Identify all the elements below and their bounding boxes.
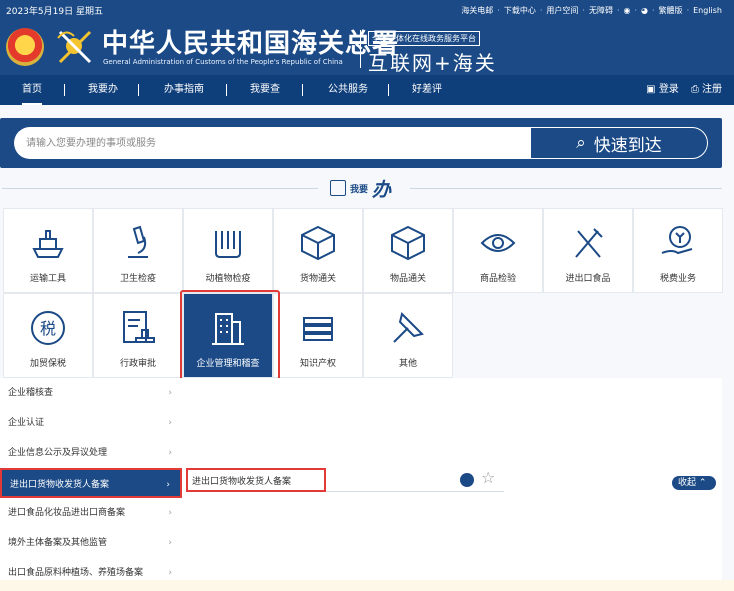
top-link-email[interactable]: 海关电邮: [461, 5, 493, 16]
category-cargo-clearance[interactable]: 货物通关: [273, 208, 363, 293]
nav-query[interactable]: 我要查: [250, 75, 280, 105]
header-divider: [360, 30, 361, 68]
register-icon: ⎙: [690, 84, 702, 95]
nav-account: ▣ 登录 ⎙ 注册: [646, 75, 722, 105]
list-icon: [330, 180, 346, 196]
category-health-quarantine[interactable]: 卫生检疫: [93, 208, 183, 293]
pin-icon: [393, 312, 424, 343]
nav-guide[interactable]: 办事指南: [164, 75, 204, 105]
selected-category-highlight: [180, 290, 280, 385]
box-icon: [391, 225, 425, 261]
main-nav: 首页 我要办 办事指南 我要查 公共服务 好差评 ▣ 登录 ⎙ 注册: [0, 75, 734, 105]
top-link-english[interactable]: English: [693, 6, 722, 15]
subcategory-food-cosmetics-filing[interactable]: 进口食品化妆品进出口商备案 ›: [0, 498, 182, 528]
nav-todo[interactable]: 我要办: [88, 75, 118, 105]
platform-title: 互联网+海关: [368, 51, 497, 75]
eye-icon: [480, 234, 516, 252]
quick-access-button[interactable]: ⌕ 快速到达: [530, 127, 708, 159]
top-link-download[interactable]: 下载中心: [504, 5, 536, 16]
login-icon: ▣: [646, 84, 659, 95]
category-other[interactable]: 其他: [363, 293, 453, 378]
collapse-button[interactable]: 收起 ⌃: [672, 476, 716, 490]
top-link-traditional[interactable]: 繁體版: [659, 5, 683, 16]
document-stamp-icon: [123, 311, 155, 343]
subcategory-info-disclosure[interactable]: 企业信息公示及异议处理 ›: [0, 438, 182, 468]
nav-separator: [226, 84, 227, 96]
nav-separator: [138, 84, 139, 96]
category-plant-animal-quarantine[interactable]: 动植物检疫: [183, 208, 273, 293]
chevron-right-icon: ›: [168, 418, 172, 428]
test-tubes-icon: [215, 231, 241, 258]
category-import-export-food[interactable]: 进出口食品: [543, 208, 633, 293]
nav-separator: [302, 84, 303, 96]
package-icon: [301, 225, 335, 261]
nav-separator: [388, 84, 389, 96]
chevron-up-icon: ⌃: [698, 478, 707, 488]
chevron-right-icon: ›: [168, 538, 172, 548]
search-bar: ⌕ 快速到达: [0, 118, 722, 168]
subcategory-overseas-filing[interactable]: 境外主体备案及其他监管 ›: [0, 528, 182, 558]
chevron-right-icon: ›: [166, 480, 170, 490]
nav-public-service[interactable]: 公共服务: [328, 75, 368, 105]
nav-review[interactable]: 好差评: [412, 75, 442, 105]
category-tax[interactable]: 税费业务: [633, 208, 723, 293]
site-header: 2023年5月19日 星期五 海关电邮 · 下载中心 · 用户空间 · 无障碍 · ◉ ·…: [0, 0, 734, 75]
nav-separator: [64, 84, 65, 96]
subcategory-certification[interactable]: 企业认证 ›: [0, 408, 182, 438]
chevron-right-icon: ›: [168, 448, 172, 458]
ship-icon: [32, 230, 64, 258]
category-intellectual-property[interactable]: 知识产权: [273, 293, 363, 378]
category-inspection[interactable]: 商品检验: [453, 208, 543, 293]
weibo-icon[interactable]: ◉: [624, 6, 631, 15]
wechat-icon[interactable]: ◕: [641, 6, 648, 15]
subcategory-list: 企业稽核查 › 企业认证 › 企业信息公示及异议处理 › 进出口货物收发货人备案 › 进…: [0, 378, 182, 591]
service-item-consignor-filing[interactable]: 进出口货物收发货人备案: [186, 468, 326, 492]
customs-emblem-icon: [57, 30, 92, 64]
star-icon[interactable]: ☆: [481, 469, 495, 487]
yuan-hand-icon: [661, 226, 693, 255]
svg-text:税: 税: [40, 319, 56, 338]
search-icon: ⌕: [576, 133, 586, 153]
national-emblem-icon: [6, 28, 44, 66]
category-transport[interactable]: 运输工具: [3, 208, 93, 293]
date-text: 2023年5月19日 星期五: [6, 7, 103, 17]
top-links: 海关电邮 · 下载中心 · 用户空间 · 无障碍 · ◉ · ◕ · 繁體版 · Englis…: [461, 5, 722, 16]
books-icon: [303, 317, 333, 341]
chevron-right-icon: ›: [168, 508, 172, 518]
fork-knife-icon: [575, 228, 603, 258]
category-goods-clearance[interactable]: 物品通关: [363, 208, 453, 293]
chevron-right-icon: ›: [168, 388, 172, 398]
register-link[interactable]: ⎙ 注册: [691, 75, 722, 105]
tax-circle-icon: 税: [31, 311, 65, 345]
subcategory-consignor-filing[interactable]: 进出口货物收发货人备案 ›: [0, 468, 182, 498]
section-line-left: [2, 188, 318, 189]
category-bonded-trade[interactable]: 税 加贸保税: [3, 293, 93, 378]
top-link-user-space[interactable]: 用户空间: [546, 5, 578, 16]
microscope-icon: [128, 225, 148, 258]
top-link-accessibility[interactable]: 无障碍: [589, 5, 613, 16]
nav-home[interactable]: 首页: [22, 75, 42, 105]
category-grid: 运输工具 卫生检疫 动植物检疫 货物通关 物品通关 商品检验 进出口食品 税费业…: [0, 208, 723, 378]
section-line-right: [410, 188, 722, 189]
login-link[interactable]: ▣ 登录: [646, 75, 679, 105]
subcategory-audit[interactable]: 企业稽核查 ›: [0, 378, 182, 408]
bottom-bar: [0, 580, 734, 591]
search-input[interactable]: [14, 127, 530, 159]
site-title-en: General Administration of Customs of the…: [103, 58, 343, 66]
platform-subtitle: 全国一体化在线政务服务平台: [368, 31, 480, 46]
site-title: 中华人民共和国海关总署: [102, 29, 400, 59]
category-administrative-approval[interactable]: 行政审批: [93, 293, 183, 378]
compass-icon[interactable]: [460, 473, 474, 487]
section-title: 我要 办: [330, 178, 400, 201]
